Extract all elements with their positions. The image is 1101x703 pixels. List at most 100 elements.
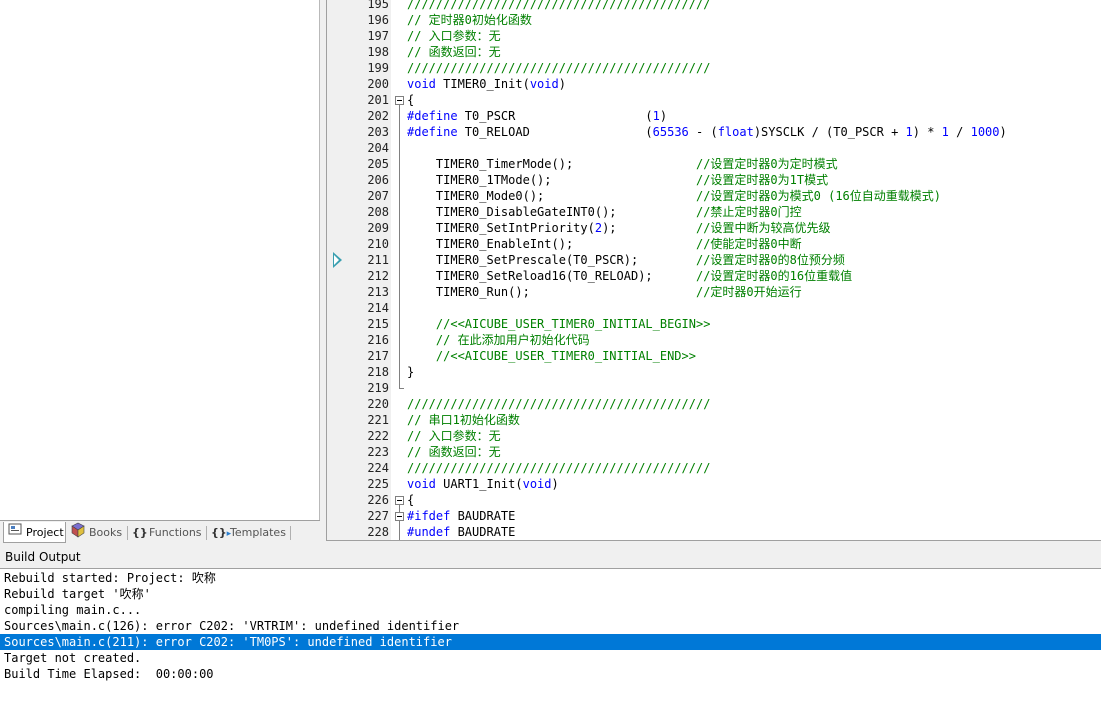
line-number: 210 [367, 237, 389, 251]
code-line[interactable]: ////////////////////////////////////////… [407, 396, 710, 412]
build-output-line-selected[interactable]: Sources\main.c(211): error C202: 'TM0PS'… [0, 634, 1101, 650]
line-number: 222 [367, 429, 389, 443]
code-token: ) [558, 77, 566, 91]
code-editor[interactable]: 195 196 197 198 199 200 201 202 203 204 205 206 207 2… [326, 0, 1101, 541]
code-token: TIMER0_SetIntPriority( [407, 221, 595, 235]
tab-project[interactable]: Project [3, 522, 66, 543]
code-line[interactable]: TIMER0_Run(); //定时器0开始运行 [407, 284, 802, 300]
code-line[interactable]: TIMER0_SetPrescale(T0_PSCR); //设置定时器0的8位… [407, 252, 845, 268]
build-output-line[interactable]: Rebuild target '吹称' [0, 586, 1101, 602]
code-line[interactable]: TIMER0_EnableInt(); //使能定时器0中断 [407, 236, 802, 252]
code-line[interactable]: // 定时器0初始化函数 [407, 12, 532, 28]
code-token: float [717, 125, 754, 139]
code-line[interactable]: { [407, 492, 414, 508]
sidebar-tab-bar: Project Books {} Functions {}▸ Templates [0, 520, 320, 545]
code-line[interactable]: TIMER0_TimerMode(); //设置定时器0为定时模式 [407, 156, 838, 172]
code-line[interactable]: //<<AICUBE_USER_TIMER0_INITIAL_END>> [407, 348, 696, 364]
code-line[interactable]: ////////////////////////////////////////… [407, 460, 710, 476]
line-number: 196 [367, 13, 389, 27]
code-line[interactable]: // 在此添加用户初始化代码 [407, 332, 590, 348]
tab-divider [290, 526, 291, 540]
code-area[interactable]: ////////////////////////////////////////… [407, 0, 1101, 540]
code-line[interactable]: TIMER0_1TMode(); //设置定时器0为1T模式 [407, 172, 828, 188]
code-line[interactable]: #define T0_RELOAD (65536 - (float)SYSCLK… [407, 124, 1007, 140]
fold-guide [399, 505, 400, 540]
code-token: BAUDRATE [450, 509, 516, 523]
line-number: 200 [367, 77, 389, 91]
code-line[interactable]: TIMER0_DisableGateINT0(); //禁止定时器0门控 [407, 204, 802, 220]
code-token: 1 [652, 109, 660, 123]
line-number: 198 [367, 45, 389, 59]
line-number: 209 [367, 221, 389, 235]
line-number: 220 [367, 397, 389, 411]
code-line[interactable]: TIMER0_SetReload16(T0_RELOAD); //设置定时器0的… [407, 268, 852, 284]
build-output-line[interactable]: Build Time Elapsed: 00:00:00 [0, 666, 1101, 682]
code-line[interactable]: { [407, 92, 414, 108]
code-token: #define [407, 125, 458, 139]
code-line[interactable]: void TIMER0_Init(void) [407, 76, 566, 92]
line-number: 227 [367, 509, 389, 523]
fold-end [399, 388, 404, 389]
code-token: TIMER0_Init( [435, 77, 530, 91]
build-output-panel[interactable]: Rebuild started: Project: 吹称 Rebuild targ… [0, 568, 1101, 703]
build-output-line[interactable]: Sources\main.c(126): error C202: 'VRTRIM… [0, 618, 1101, 634]
code-token: / [948, 125, 971, 139]
code-line[interactable]: #undef BAUDRATE [407, 524, 515, 540]
code-token: TIMER0_SetReload16(T0_RELOAD); [407, 269, 696, 283]
line-number: 206 [367, 173, 389, 187]
tab-project-label: Project [26, 526, 64, 539]
code-token: - ( [688, 125, 718, 139]
code-token: #ifdef [407, 509, 451, 523]
tab-divider [206, 526, 207, 540]
fold-toggle-icon[interactable] [395, 96, 404, 105]
line-number: 208 [367, 205, 389, 219]
code-token: TIMER0_1TMode(); [407, 173, 696, 187]
code-token: #define [407, 109, 458, 123]
code-line[interactable]: ////////////////////////////////////////… [407, 0, 710, 12]
code-line[interactable]: TIMER0_Mode0(); //设置定时器0为模式0 (16位自动重载模式) [407, 188, 941, 204]
code-line[interactable]: } [407, 364, 414, 380]
build-output-line[interactable]: compiling main.c... [0, 602, 1101, 618]
line-number: 219 [367, 381, 389, 395]
code-token: T0_RELOAD [457, 125, 646, 139]
tab-divider [127, 526, 128, 540]
code-line[interactable]: // 入口参数：无 [407, 28, 501, 44]
fold-toggle-icon[interactable] [395, 496, 404, 505]
functions-icon: {} [132, 526, 148, 539]
tab-functions-label: Functions [149, 526, 202, 539]
code-line[interactable]: // 入口参数：无 [407, 428, 501, 444]
code-line[interactable]: // 函数返回：无 [407, 44, 501, 60]
code-token: TIMER0_Mode0(); [407, 189, 696, 203]
tab-functions[interactable]: {} Functions [132, 522, 207, 543]
line-number: 211 [367, 253, 389, 267]
code-line[interactable]: TIMER0_SetIntPriority(2); //设置中断为较高优先级 [407, 220, 831, 236]
code-token: ) * [912, 125, 942, 139]
code-token: ) [659, 109, 668, 123]
code-line[interactable]: //<<AICUBE_USER_TIMER0_INITIAL_BEGIN>> [407, 316, 711, 332]
code-token: 1 [905, 125, 913, 139]
line-number: 202 [367, 109, 389, 123]
code-token: void [529, 77, 559, 91]
code-token: T0_PSCR [457, 109, 646, 123]
code-line[interactable]: #ifdef BAUDRATE [407, 508, 515, 524]
line-number: 199 [367, 61, 389, 75]
build-output-title: Build Output [0, 547, 1101, 567]
tab-books[interactable]: Books [70, 522, 126, 543]
code-token: //禁止定时器0门控 [695, 205, 802, 219]
code-token: //设置定时器0的16位重载值 [695, 269, 853, 283]
line-number: 215 [367, 317, 389, 331]
fold-toggle-icon[interactable] [395, 512, 404, 521]
code-line[interactable]: // 函数返回：无 [407, 444, 501, 460]
line-number: 207 [367, 189, 389, 203]
build-output-line[interactable]: Rebuild started: Project: 吹称 [0, 570, 1101, 586]
code-line[interactable]: #define T0_PSCR (1) [407, 108, 667, 124]
code-token: TIMER0_DisableGateINT0(); [407, 205, 696, 219]
tab-templates[interactable]: {}▸ Templates [211, 522, 291, 543]
code-token: TIMER0_Run(); [407, 285, 696, 299]
code-line[interactable]: // 串口1初始化函数 [407, 412, 520, 428]
code-line[interactable]: void UART1_Init(void) [407, 476, 559, 492]
build-output-line[interactable]: Target not created. [0, 650, 1101, 666]
code-line[interactable]: ////////////////////////////////////////… [407, 60, 710, 76]
line-number: 213 [367, 285, 389, 299]
project-panel[interactable] [0, 0, 320, 520]
